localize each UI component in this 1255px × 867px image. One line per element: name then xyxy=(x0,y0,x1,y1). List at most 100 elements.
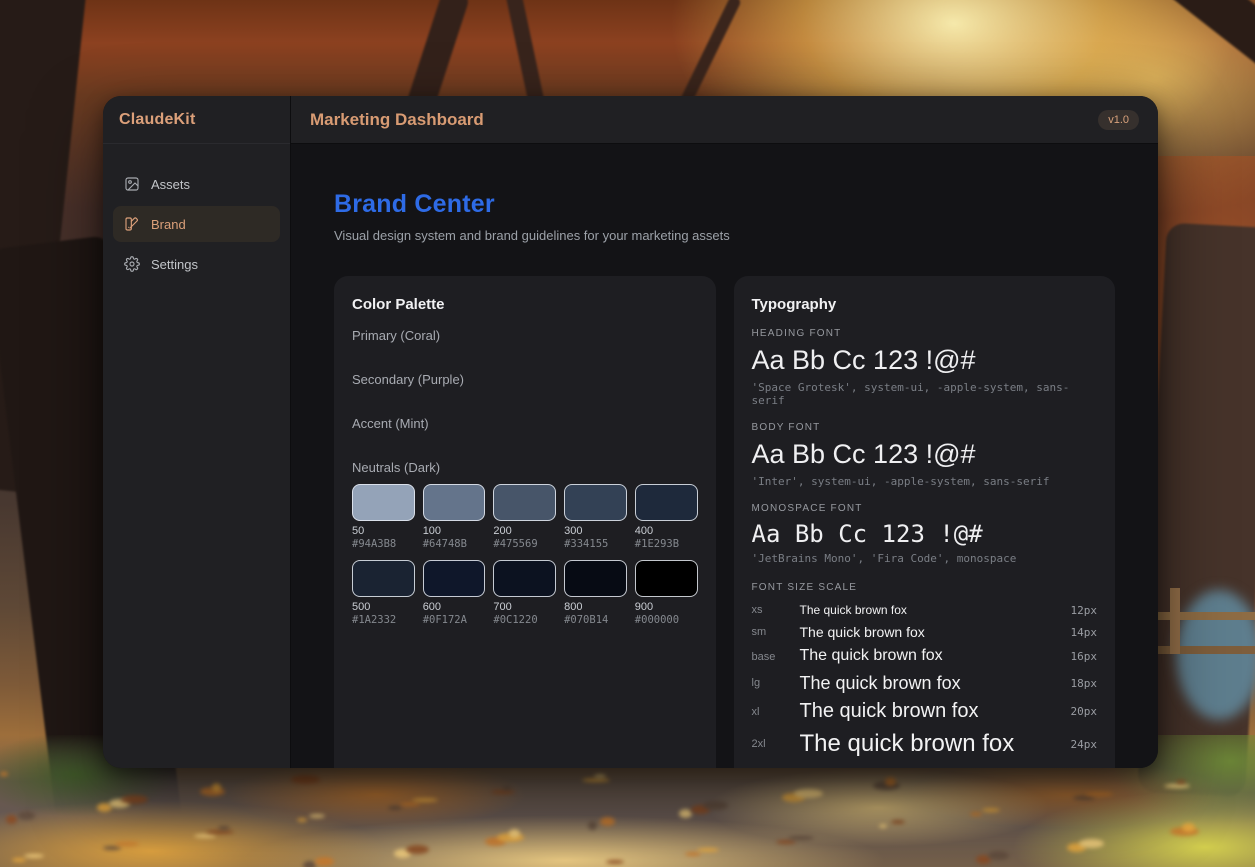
color-swatch-900[interactable]: 900#000000 xyxy=(635,560,698,626)
swatch-hex-label: #0F172A xyxy=(423,614,486,626)
gear-icon xyxy=(124,256,140,272)
fallen-leaf xyxy=(406,845,429,854)
swatch-hex-label: #0C1220 xyxy=(493,614,556,626)
fallen-leaf xyxy=(400,802,420,806)
fallen-leaf xyxy=(879,824,887,828)
scale-sample: The quick brown fox xyxy=(800,647,1071,665)
color-palette-title: Color Palette xyxy=(352,296,698,313)
swatch-step-label: 200 xyxy=(493,525,556,537)
swatch-chip[interactable] xyxy=(352,560,415,597)
fallen-leaf xyxy=(988,851,1009,860)
fallen-leaf xyxy=(12,858,26,862)
swatch-hex-label: #000000 xyxy=(635,614,698,626)
sidebar-item-brand[interactable]: Brand xyxy=(113,206,280,242)
fallen-leaf xyxy=(697,848,719,852)
fallen-leaf xyxy=(0,772,8,776)
font-size-scale-row: 3xlThe quick brown fox30px xyxy=(752,765,1098,768)
fallen-leaf xyxy=(309,814,325,818)
content-area: Brand Center Visual design system and br… xyxy=(291,144,1158,768)
scale-sample: The quick brown fox xyxy=(800,700,1071,723)
swatch-row-empty xyxy=(352,431,698,460)
color-swatch-800[interactable]: 800#070B14 xyxy=(564,560,627,626)
sidebar-item-assets[interactable]: Assets xyxy=(113,166,280,202)
fallen-leaf xyxy=(1176,780,1186,784)
fallen-leaf xyxy=(121,795,148,804)
fallen-leaf xyxy=(788,836,814,840)
color-palette-panel: Color Palette Primary (Coral) Secondary … xyxy=(334,276,716,768)
swatch-step-label: 700 xyxy=(493,601,556,613)
font-size-scale-row: 2xlThe quick brown fox24px xyxy=(752,730,1098,758)
fallen-leaf xyxy=(491,790,515,794)
swatch-chip[interactable] xyxy=(564,484,627,521)
swatch-chip[interactable] xyxy=(423,484,486,521)
color-swatch-100[interactable]: 100#64748B xyxy=(423,484,486,550)
specimen-heading-font: HEADING FONT Aa Bb Cc 123 !@# 'Space Gro… xyxy=(752,328,1098,407)
color-swatch-600[interactable]: 600#0F172A xyxy=(423,560,486,626)
fallen-leaf xyxy=(679,809,692,818)
panel-grid: Color Palette Primary (Coral) Secondary … xyxy=(334,276,1115,768)
swatch-chip[interactable] xyxy=(493,560,556,597)
color-swatch-500[interactable]: 500#1A2332 xyxy=(352,560,415,626)
sidebar-item-label: Settings xyxy=(151,257,198,272)
scale-size: 16px xyxy=(1071,650,1098,663)
scale-name: xs xyxy=(752,604,800,616)
fallen-leaf xyxy=(885,777,896,786)
font-size-scale-row: smThe quick brown fox14px xyxy=(752,624,1098,640)
fallen-leaf xyxy=(1164,784,1190,788)
color-swatch-50[interactable]: 50#94A3B8 xyxy=(352,484,415,550)
swatch-step-label: 300 xyxy=(564,525,627,537)
fallen-leaf xyxy=(594,774,606,778)
specimen-font-stack: 'Inter', system-ui, -apple-system, sans-… xyxy=(752,475,1098,488)
scale-sample: The quick brown fox xyxy=(800,765,1071,768)
swatch-chip[interactable] xyxy=(352,484,415,521)
fallen-leaf xyxy=(685,852,701,856)
page-title: Brand Center xyxy=(334,190,1115,219)
specimen-font-stack: 'Space Grotesk', system-ui, -apple-syste… xyxy=(752,381,1098,407)
color-section-secondary: Secondary (Purple) xyxy=(352,372,698,416)
fence-post xyxy=(1170,588,1180,654)
specimen-label: HEADING FONT xyxy=(752,328,1098,339)
sidebar: ClaudeKit Assets Brand xyxy=(103,96,291,768)
fallen-leaf xyxy=(509,829,520,838)
color-swatch-400[interactable]: 400#1E293B xyxy=(635,484,698,550)
typography-panel: Typography HEADING FONT Aa Bb Cc 123 !@#… xyxy=(734,276,1116,768)
page-header-title: Marketing Dashboard xyxy=(310,110,484,130)
color-swatch-700[interactable]: 700#0C1220 xyxy=(493,560,556,626)
fallen-leaf xyxy=(412,798,438,802)
swatch-hex-label: #94A3B8 xyxy=(352,538,415,550)
swatch-row-empty xyxy=(352,343,698,372)
fallen-leaf xyxy=(388,806,402,810)
font-size-scale-row: baseThe quick brown fox16px xyxy=(752,647,1098,665)
swatch-hex-label: #64748B xyxy=(423,538,486,550)
swatch-step-label: 900 xyxy=(635,601,698,613)
color-swatch-300[interactable]: 300#334155 xyxy=(564,484,627,550)
fallen-leaf xyxy=(776,840,796,844)
color-swatch-200[interactable]: 200#475569 xyxy=(493,484,556,550)
swatch-chip[interactable] xyxy=(493,484,556,521)
typography-title: Typography xyxy=(752,296,1098,313)
swatch-chip[interactable] xyxy=(635,484,698,521)
swatch-step-label: 800 xyxy=(564,601,627,613)
scale-name: sm xyxy=(752,626,800,638)
sidebar-item-settings[interactable]: Settings xyxy=(113,246,280,282)
scale-sample: The quick brown fox xyxy=(800,673,1071,694)
swatch-step-label: 400 xyxy=(635,525,698,537)
color-section-accent: Accent (Mint) xyxy=(352,416,698,460)
scale-name: base xyxy=(752,651,800,663)
sidebar-item-label: Assets xyxy=(151,177,190,192)
color-section-neutrals: Neutrals (Dark) 50#94A3B8100#64748B200#4… xyxy=(352,460,698,626)
scale-sample: The quick brown fox xyxy=(800,624,1071,640)
specimen-sample: Aa Bb Cc 123 !@# xyxy=(752,438,1098,472)
swatch-step-label: 600 xyxy=(423,601,486,613)
scale-size: 24px xyxy=(1071,738,1098,751)
swatch-chip[interactable] xyxy=(635,560,698,597)
swatch-chip[interactable] xyxy=(564,560,627,597)
swatch-chip[interactable] xyxy=(423,560,486,597)
fallen-leaf xyxy=(1182,823,1195,832)
fallen-leaf xyxy=(606,860,624,864)
sidebar-nav: Assets Brand Settings xyxy=(103,144,290,304)
fallen-leaf xyxy=(982,808,1000,812)
fallen-leaf xyxy=(18,811,35,820)
specimen-monospace-font: MONOSPACE FONT Aa Bb Cc 123 !@# 'JetBrai… xyxy=(752,503,1098,565)
swatch-hex-label: #475569 xyxy=(493,538,556,550)
